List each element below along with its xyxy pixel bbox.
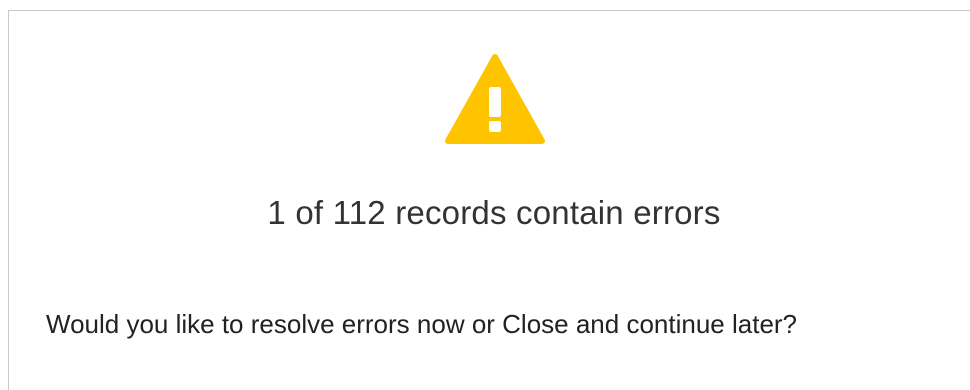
error-count-heading: 1 of 112 records contain errors [267, 194, 721, 231]
resolve-prompt-text: Would you like to resolve errors now or … [46, 309, 798, 339]
error-summary-dialog: 1 of 112 records contain errors Would yo… [8, 10, 970, 390]
warning-triangle-icon [445, 54, 545, 144]
